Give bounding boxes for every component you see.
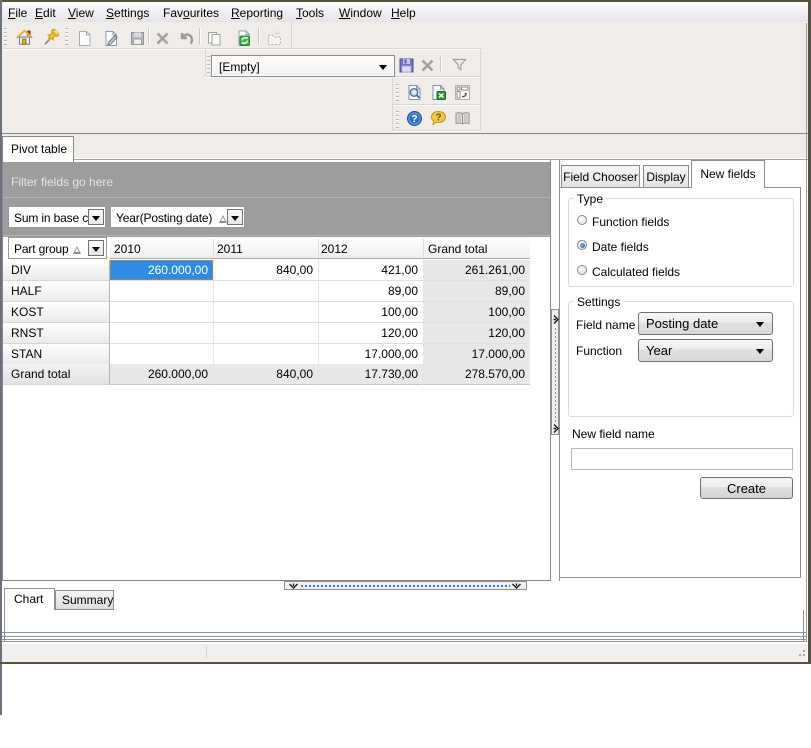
svg-text:?: ? — [435, 113, 441, 124]
svg-text:?: ? — [411, 113, 417, 125]
